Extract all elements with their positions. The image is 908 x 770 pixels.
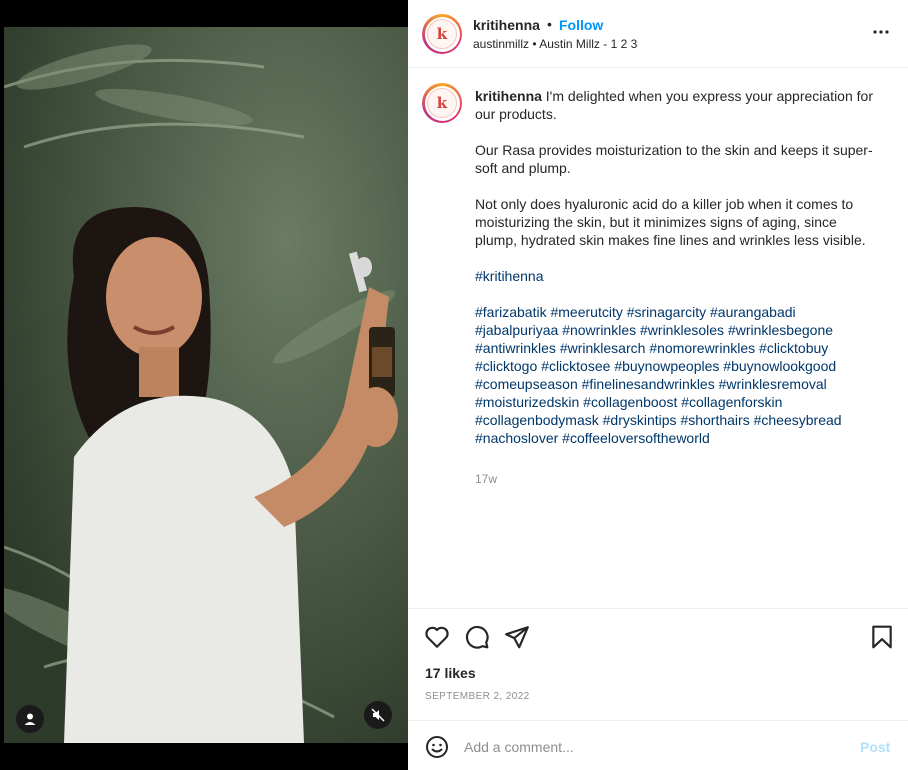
caption-author-avatar[interactable]: k bbox=[422, 83, 462, 123]
hashtag-link[interactable]: #cheesybread bbox=[754, 412, 842, 428]
hashtag-link[interactable]: #clicktogo bbox=[475, 358, 537, 374]
caption-section: k kritihenna I'm delighted when you expr… bbox=[408, 69, 908, 609]
hashtag-link[interactable]: #wrinklesarch bbox=[560, 340, 646, 356]
hashtag-link[interactable]: #nowrinkles bbox=[562, 322, 636, 338]
more-options-icon[interactable] bbox=[871, 22, 891, 42]
video-frame[interactable] bbox=[4, 27, 408, 743]
hashtag-link[interactable]: #jabalpuriyaa bbox=[475, 322, 558, 338]
caption-intro: kritihenna I'm delighted when you expres… bbox=[475, 87, 880, 123]
action-bar: 17 likes SEPTEMBER 2, 2022 bbox=[408, 608, 908, 720]
post-header: k kritihenna • Follow austinmillz • Aust… bbox=[408, 0, 908, 68]
post-date: SEPTEMBER 2, 2022 bbox=[425, 691, 530, 702]
comment-input[interactable] bbox=[464, 733, 844, 761]
brand-hashtag-line: #kritihenna bbox=[475, 267, 880, 285]
comment-icon[interactable] bbox=[464, 624, 490, 650]
hashtag-link[interactable]: #wrinklesbegone bbox=[728, 322, 833, 338]
mute-toggle-button[interactable] bbox=[364, 701, 392, 729]
hashtag-link[interactable]: #buynowlookgood bbox=[723, 358, 836, 374]
hashtag-list: #farizabatik #meerutcity #srinagarcity #… bbox=[475, 303, 880, 447]
hashtag-link[interactable]: #clicktosee bbox=[541, 358, 610, 374]
emoji-icon[interactable] bbox=[425, 735, 449, 759]
hashtag-link[interactable]: #coffeeloversoftheworld bbox=[562, 430, 710, 446]
hashtag-link[interactable]: #dryskintips bbox=[603, 412, 677, 428]
follow-button[interactable]: Follow bbox=[559, 17, 603, 33]
hashtag-link[interactable]: #buynowpeoples bbox=[614, 358, 719, 374]
post-media[interactable] bbox=[0, 0, 408, 770]
hashtag-link[interactable]: #nachoslover bbox=[475, 430, 558, 446]
bookmark-icon[interactable] bbox=[869, 624, 895, 650]
audio-attribution[interactable]: austinmillz • Austin Millz - 1 2 3 bbox=[473, 37, 637, 51]
video-still-image bbox=[4, 27, 408, 743]
separator-dot: • bbox=[547, 16, 552, 32]
caption-paragraph: Our Rasa provides moisturization to the … bbox=[475, 142, 873, 176]
hashtag-link[interactable]: #shorthairs bbox=[680, 412, 749, 428]
hashtag-link[interactable]: #nomorewrinkles bbox=[649, 340, 755, 356]
hashtag-link[interactable]: #comeupseason bbox=[475, 376, 578, 392]
post-comment-button[interactable]: Post bbox=[860, 739, 890, 755]
post-details-panel: k kritihenna • Follow austinmillz • Aust… bbox=[408, 0, 908, 770]
caption-paragraph: Not only does hyaluronic acid do a kille… bbox=[475, 196, 866, 248]
caption-timestamp[interactable]: 17w bbox=[475, 472, 497, 486]
hashtag-link[interactable]: #wrinklesoles bbox=[640, 322, 724, 338]
hashtag-link[interactable]: #antiwrinkles bbox=[475, 340, 556, 356]
tagged-users-button[interactable] bbox=[16, 705, 44, 733]
hashtag-link[interactable]: #finelinesandwrinkles bbox=[582, 376, 715, 392]
hashtag-link[interactable]: #farizabatik bbox=[475, 304, 547, 320]
comment-bar: Post bbox=[408, 720, 908, 770]
brand-logo: k bbox=[427, 19, 457, 49]
hashtag-link[interactable]: #srinagarcity bbox=[627, 304, 706, 320]
author-avatar[interactable]: k bbox=[422, 14, 462, 54]
user-tag-icon bbox=[24, 713, 36, 725]
caption-text: kritihenna I'm delighted when you expres… bbox=[475, 87, 880, 465]
hashtag-link[interactable]: #moisturizedskin bbox=[475, 394, 579, 410]
hashtag-link[interactable]: #collagenboost bbox=[583, 394, 677, 410]
hashtag-link[interactable]: #wrinklesremoval bbox=[719, 376, 827, 392]
likes-count[interactable]: 17 likes bbox=[425, 665, 476, 681]
hashtag-link[interactable]: #kritihenna bbox=[475, 268, 544, 284]
caption-username[interactable]: kritihenna bbox=[475, 88, 542, 104]
hashtag-link[interactable]: #meerutcity bbox=[550, 304, 622, 320]
hashtag-link[interactable]: #aurangabadi bbox=[710, 304, 796, 320]
share-icon[interactable] bbox=[504, 624, 530, 650]
hashtag-link[interactable]: #clicktobuy bbox=[759, 340, 828, 356]
brand-logo: k bbox=[427, 88, 457, 118]
hashtag-link[interactable]: #collagenforskin bbox=[681, 394, 782, 410]
author-username[interactable]: kritihenna bbox=[473, 17, 540, 33]
hashtag-link[interactable]: #collagenbodymask bbox=[475, 412, 599, 428]
heart-icon[interactable] bbox=[424, 624, 450, 650]
muted-audio-icon bbox=[371, 708, 385, 722]
